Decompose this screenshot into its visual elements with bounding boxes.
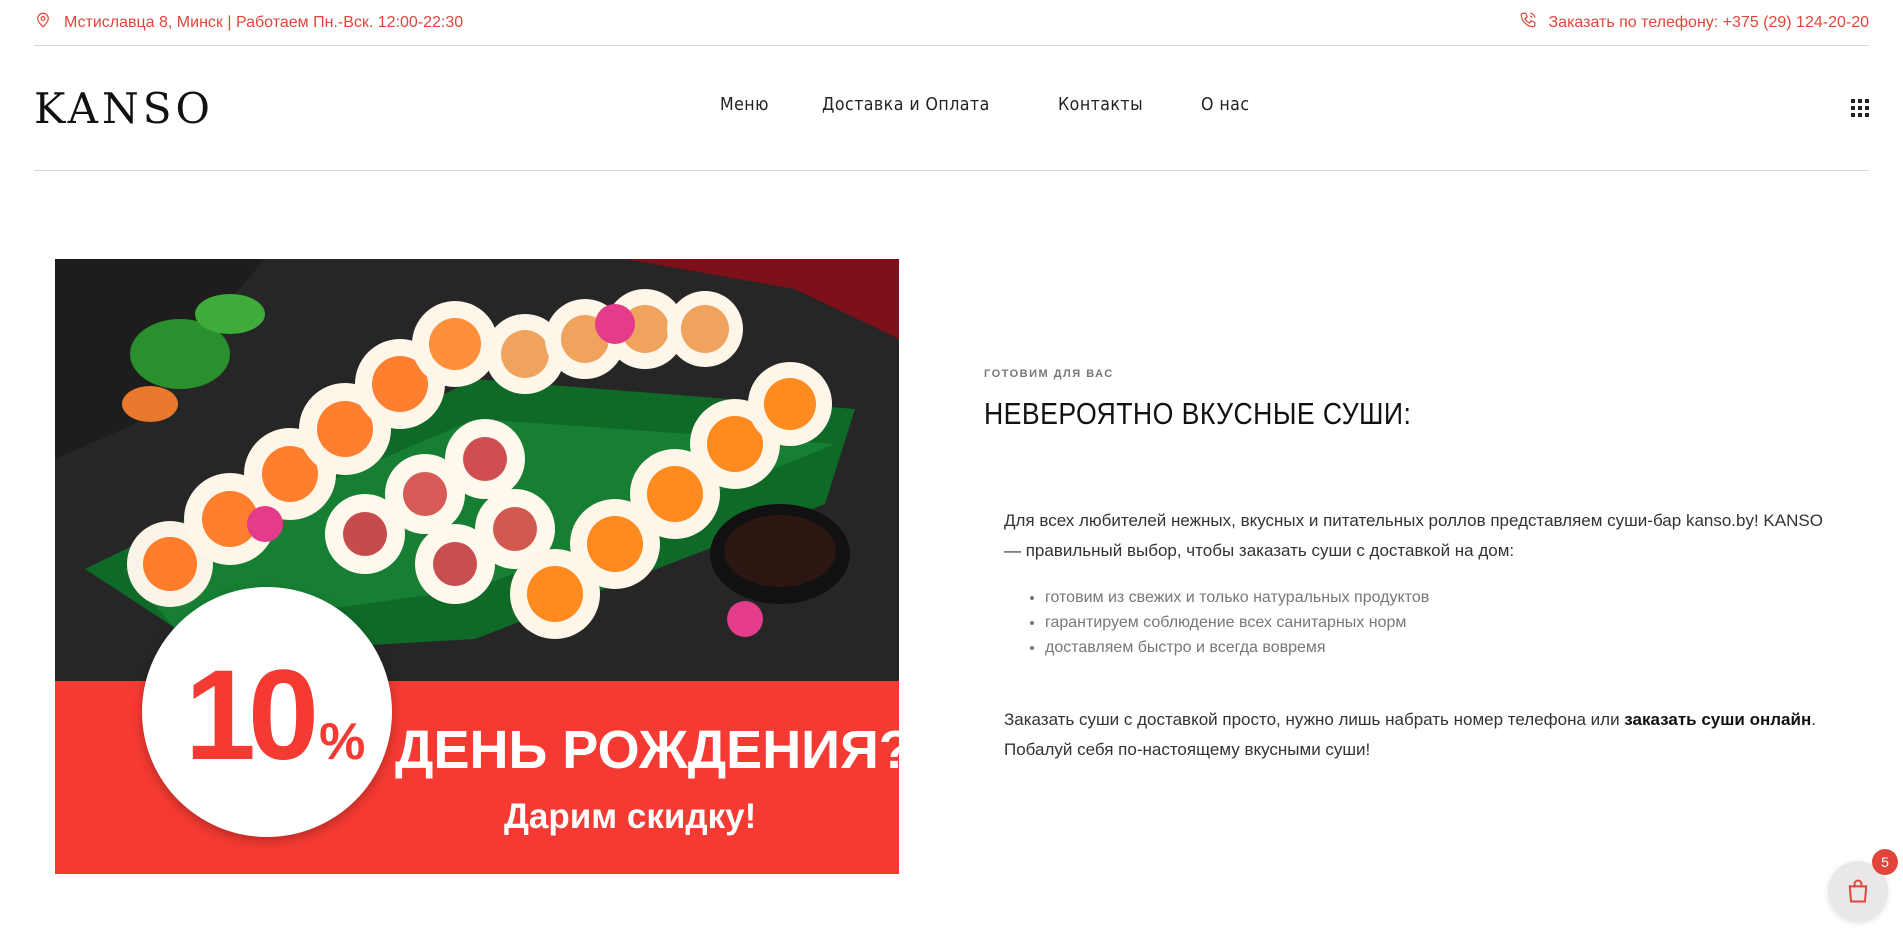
promo-headline: ДЕНЬ РОЖДЕНИЯ? (395, 720, 899, 780)
main-navigation: Меню Доставка и Оплата Контакты О нас (720, 94, 1256, 115)
promo-subline: Дарим скидку! (504, 797, 757, 836)
order-text-before: Заказать суши с доставкой просто, нужно … (1004, 710, 1625, 729)
order-paragraph: Заказать суши с доставкой просто, нужно … (1004, 705, 1844, 765)
order-online-link[interactable]: заказать суши онлайн (1624, 710, 1811, 729)
phone-link[interactable]: Заказать по телефону: +375 (29) 124-20-2… (1549, 14, 1870, 32)
benefits-list: готовим из свежих и только натуральных п… (1004, 585, 1429, 660)
kanso-logo[interactable]: KANSO (34, 84, 214, 133)
percent-sign: % (319, 713, 366, 771)
nav-about[interactable]: О нас (1201, 94, 1249, 115)
section-kicker: ГОТОВИМ ДЛЯ ВАС (984, 368, 1114, 380)
address-info: Мстиславца 8, Минск | Работаем Пн.-Вск. … (34, 11, 463, 34)
top-info-bar: Мстиславца 8, Минск | Работаем Пн.-Вск. … (34, 0, 1869, 46)
location-pin-icon (34, 11, 52, 34)
section-title: НЕВЕРОЯТНО ВКУСНЫЕ СУШИ: (984, 396, 1412, 431)
site-header: KANSO Меню Доставка и Оплата Контакты О … (34, 46, 1869, 171)
list-item: доставляем быстро и всегда вовремя (1045, 635, 1429, 660)
phone-info[interactable]: Заказать по телефону: +375 (29) 124-20-2… (1519, 11, 1870, 34)
cart-button[interactable]: 5 (1828, 849, 1898, 921)
discount-number: 10 (184, 644, 319, 787)
cart-count-badge: 5 (1872, 849, 1898, 875)
nav-contacts[interactable]: Контакты (1058, 94, 1143, 115)
address-text: Мстиславца 8, Минск | Работаем Пн.-Вск. … (64, 13, 464, 31)
list-item: готовим из свежих и только натуральных п… (1045, 585, 1429, 610)
discount-percent: 10% (175, 642, 375, 789)
list-item: гарантируем соблюдение всех санитарных н… (1045, 610, 1429, 635)
intro-paragraph: Для всех любителей нежных, вкусных и пит… (1004, 511, 1823, 560)
nav-menu[interactable]: Меню (720, 94, 769, 115)
phone-icon (1519, 11, 1537, 34)
shopping-bag-icon (1848, 879, 1868, 903)
sushi-platter-photo (55, 259, 899, 681)
birthday-promo-banner[interactable]: 10% ДЕНЬ РОЖДЕНИЯ? Дарим скидку! (55, 259, 899, 874)
nav-delivery-payment[interactable]: Доставка и Оплата (822, 94, 990, 115)
grid-menu-icon[interactable] (1851, 99, 1869, 117)
